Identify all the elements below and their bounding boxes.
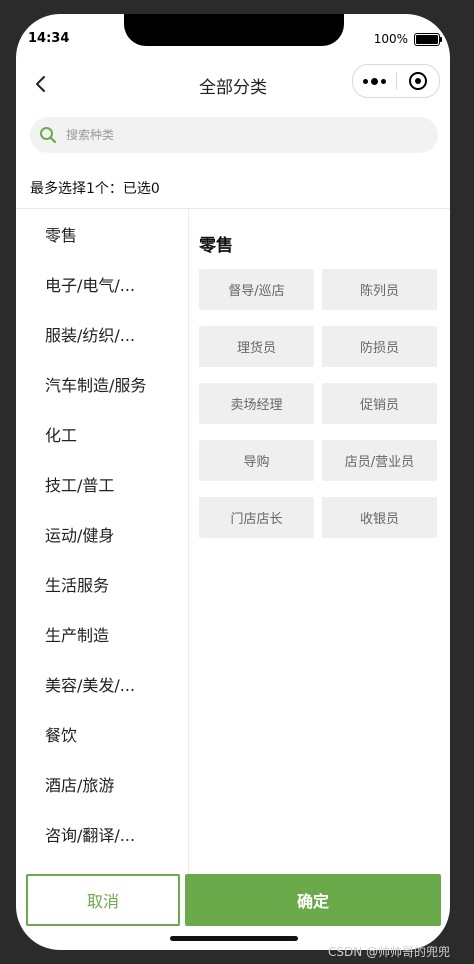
status-time: 14:34 (28, 31, 70, 46)
sidebar-item-retail[interactable]: 零售 (16, 209, 188, 259)
close-icon[interactable] (397, 65, 439, 97)
mini-program-capsule (352, 64, 440, 98)
cancel-button[interactable]: 取消 (26, 874, 180, 926)
tag-option[interactable]: 卖场经理 (199, 383, 314, 424)
sidebar-item-catering[interactable]: 餐饮 (16, 709, 188, 759)
sidebar-item-beauty[interactable]: 美容/美发/... (16, 659, 188, 709)
sidebar-item-technician[interactable]: 技工/普工 (16, 459, 188, 509)
sidebar-item-hotel[interactable]: 酒店/旅游 (16, 759, 188, 809)
sidebar-item-apparel[interactable]: 服装/纺织/... (16, 309, 188, 359)
search-icon (40, 127, 57, 144)
category-sidebar: 零售 电子/电气/... 服装/纺织/... 汽车制造/服务 化工 技工/普工 … (16, 209, 188, 873)
tag-option[interactable]: 导购 (199, 440, 314, 481)
search-input[interactable] (64, 127, 408, 143)
sidebar-item-life-services[interactable]: 生活服务 (16, 559, 188, 609)
tag-option[interactable]: 陈列员 (322, 269, 437, 310)
home-indicator (170, 936, 298, 941)
tag-option[interactable]: 门店店长 (199, 497, 314, 538)
tag-option[interactable]: 促销员 (322, 383, 437, 424)
sidebar-item-manufacturing[interactable]: 生产制造 (16, 609, 188, 659)
tag-grid: 督导/巡店 陈列员 理货员 防损员 卖场经理 促销员 导购 店员/营业员 门店店… (199, 269, 439, 538)
phone-screen: 14:34 100% 全部分类 最多选择1个：已选0 零售 电子/电气/... … (16, 14, 450, 950)
watermark: CSDN @帅帅哥的兜兜 (327, 945, 450, 959)
sidebar-item-electronics[interactable]: 电子/电气/... (16, 259, 188, 309)
search-bar[interactable] (30, 117, 438, 153)
confirm-button[interactable]: 确定 (185, 874, 441, 926)
sidebar-item-fitness[interactable]: 运动/健身 (16, 509, 188, 559)
tag-option[interactable]: 防损员 (322, 326, 437, 367)
notch (124, 14, 344, 46)
tag-option[interactable]: 理货员 (199, 326, 314, 367)
battery-percent: 100% (373, 32, 408, 46)
tag-option[interactable]: 督导/巡店 (199, 269, 314, 310)
battery-icon (414, 32, 442, 46)
subcategory-panel: 零售 督导/巡店 陈列员 理货员 防损员 卖场经理 促销员 导购 店员/营业员 … (189, 209, 450, 873)
more-icon[interactable] (353, 65, 396, 97)
status-right: 100% (373, 32, 442, 46)
sidebar-item-chemical[interactable]: 化工 (16, 409, 188, 459)
selection-limit-text: 最多选择1个：已选0 (30, 181, 160, 197)
section-title: 零售 (199, 236, 233, 256)
tag-option[interactable]: 店员/营业员 (322, 440, 437, 481)
footer-actions: 取消 确定 (16, 873, 450, 950)
tag-option[interactable]: 收银员 (322, 497, 437, 538)
sidebar-item-automotive[interactable]: 汽车制造/服务 (16, 359, 188, 409)
sidebar-item-consulting[interactable]: 咨询/翻译/... (16, 809, 188, 859)
nav-bar: 全部分类 (16, 64, 450, 104)
